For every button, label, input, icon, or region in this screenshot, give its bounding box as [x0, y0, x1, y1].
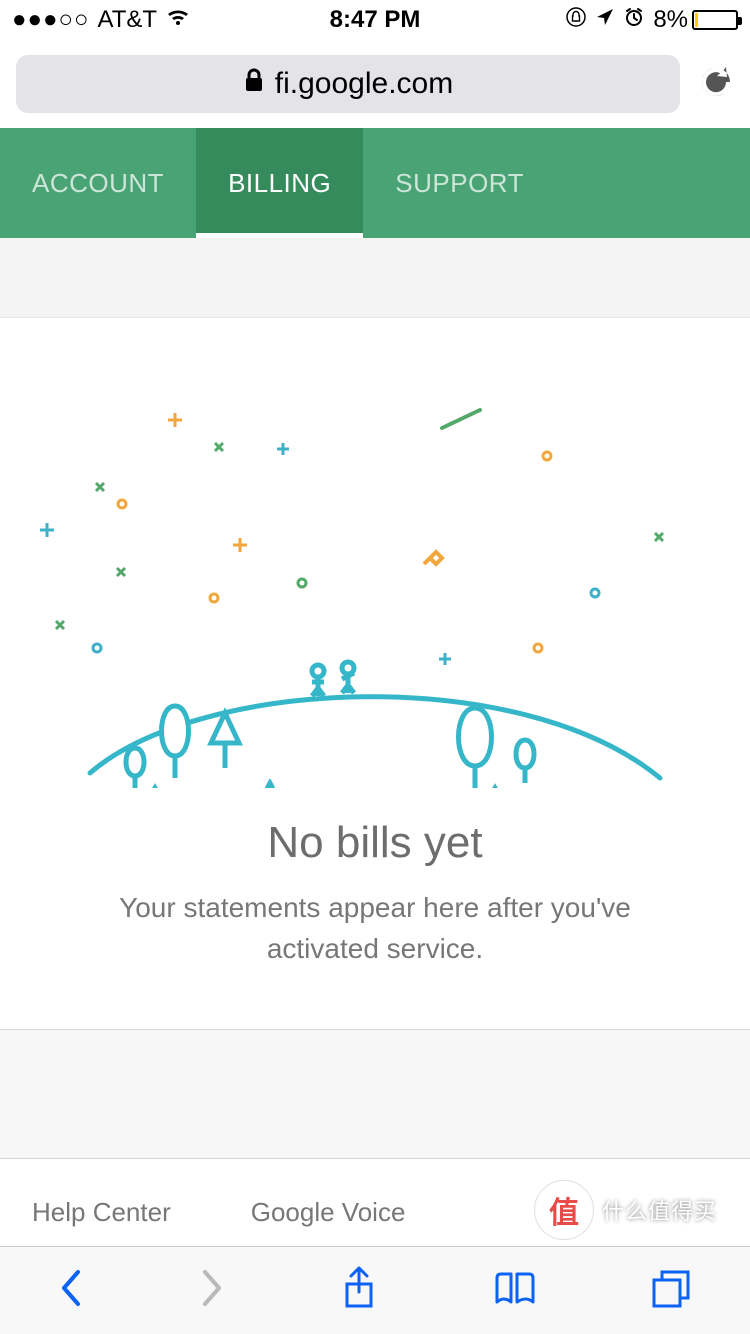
url-field[interactable]: fi.google.com — [16, 55, 680, 113]
share-button[interactable] — [339, 1264, 379, 1317]
watermark-badge-icon: 值 — [534, 1180, 594, 1240]
orientation-lock-icon — [565, 6, 587, 35]
empty-subtitle: Your statements appear here after you've… — [0, 888, 750, 969]
billing-empty-state: No bills yet Your statements appear here… — [0, 318, 750, 1029]
watermark-text: 什么值得买 — [602, 1194, 717, 1226]
footer-link-help-center[interactable]: Help Center — [32, 1197, 171, 1228]
safari-address-bar: fi.google.com — [0, 40, 750, 128]
safari-toolbar — [0, 1246, 750, 1334]
smzdm-watermark: 值 什么值得买 — [534, 1178, 744, 1242]
content-gap — [0, 238, 750, 318]
lock-icon — [243, 67, 265, 101]
tab-billing[interactable]: BILLING — [196, 128, 363, 238]
battery-icon — [692, 10, 738, 30]
url-host-label: fi.google.com — [275, 67, 453, 101]
nav-tabs: ACCOUNT BILLING SUPPORT — [0, 128, 750, 238]
tab-support[interactable]: SUPPORT — [363, 128, 556, 238]
back-button[interactable] — [56, 1266, 86, 1315]
carrier-label: AT&T — [97, 6, 157, 34]
section-gap — [0, 1029, 750, 1159]
signal-strength-icon: ●●●○○ — [12, 6, 89, 34]
ios-status-bar: ●●●○○ AT&T 8:47 PM 8% — [0, 0, 750, 40]
tab-account[interactable]: ACCOUNT — [0, 128, 196, 238]
clock-label: 8:47 PM — [330, 6, 421, 34]
alarm-icon — [623, 6, 645, 35]
battery-indicator: 8% — [653, 6, 738, 34]
tab-label: BILLING — [228, 168, 331, 199]
empty-illustration — [0, 348, 750, 788]
tab-label: ACCOUNT — [32, 168, 164, 199]
bookmarks-button[interactable] — [491, 1268, 539, 1313]
location-icon — [595, 6, 615, 34]
forward-button[interactable] — [197, 1266, 227, 1315]
tab-label: SUPPORT — [395, 168, 524, 199]
tabs-button[interactable] — [650, 1268, 694, 1313]
footer-link-google-voice[interactable]: Google Voice — [251, 1197, 406, 1228]
reload-button[interactable] — [698, 62, 734, 107]
empty-title: No bills yet — [0, 818, 750, 868]
battery-pct-label: 8% — [653, 6, 688, 34]
wifi-icon — [165, 6, 191, 34]
